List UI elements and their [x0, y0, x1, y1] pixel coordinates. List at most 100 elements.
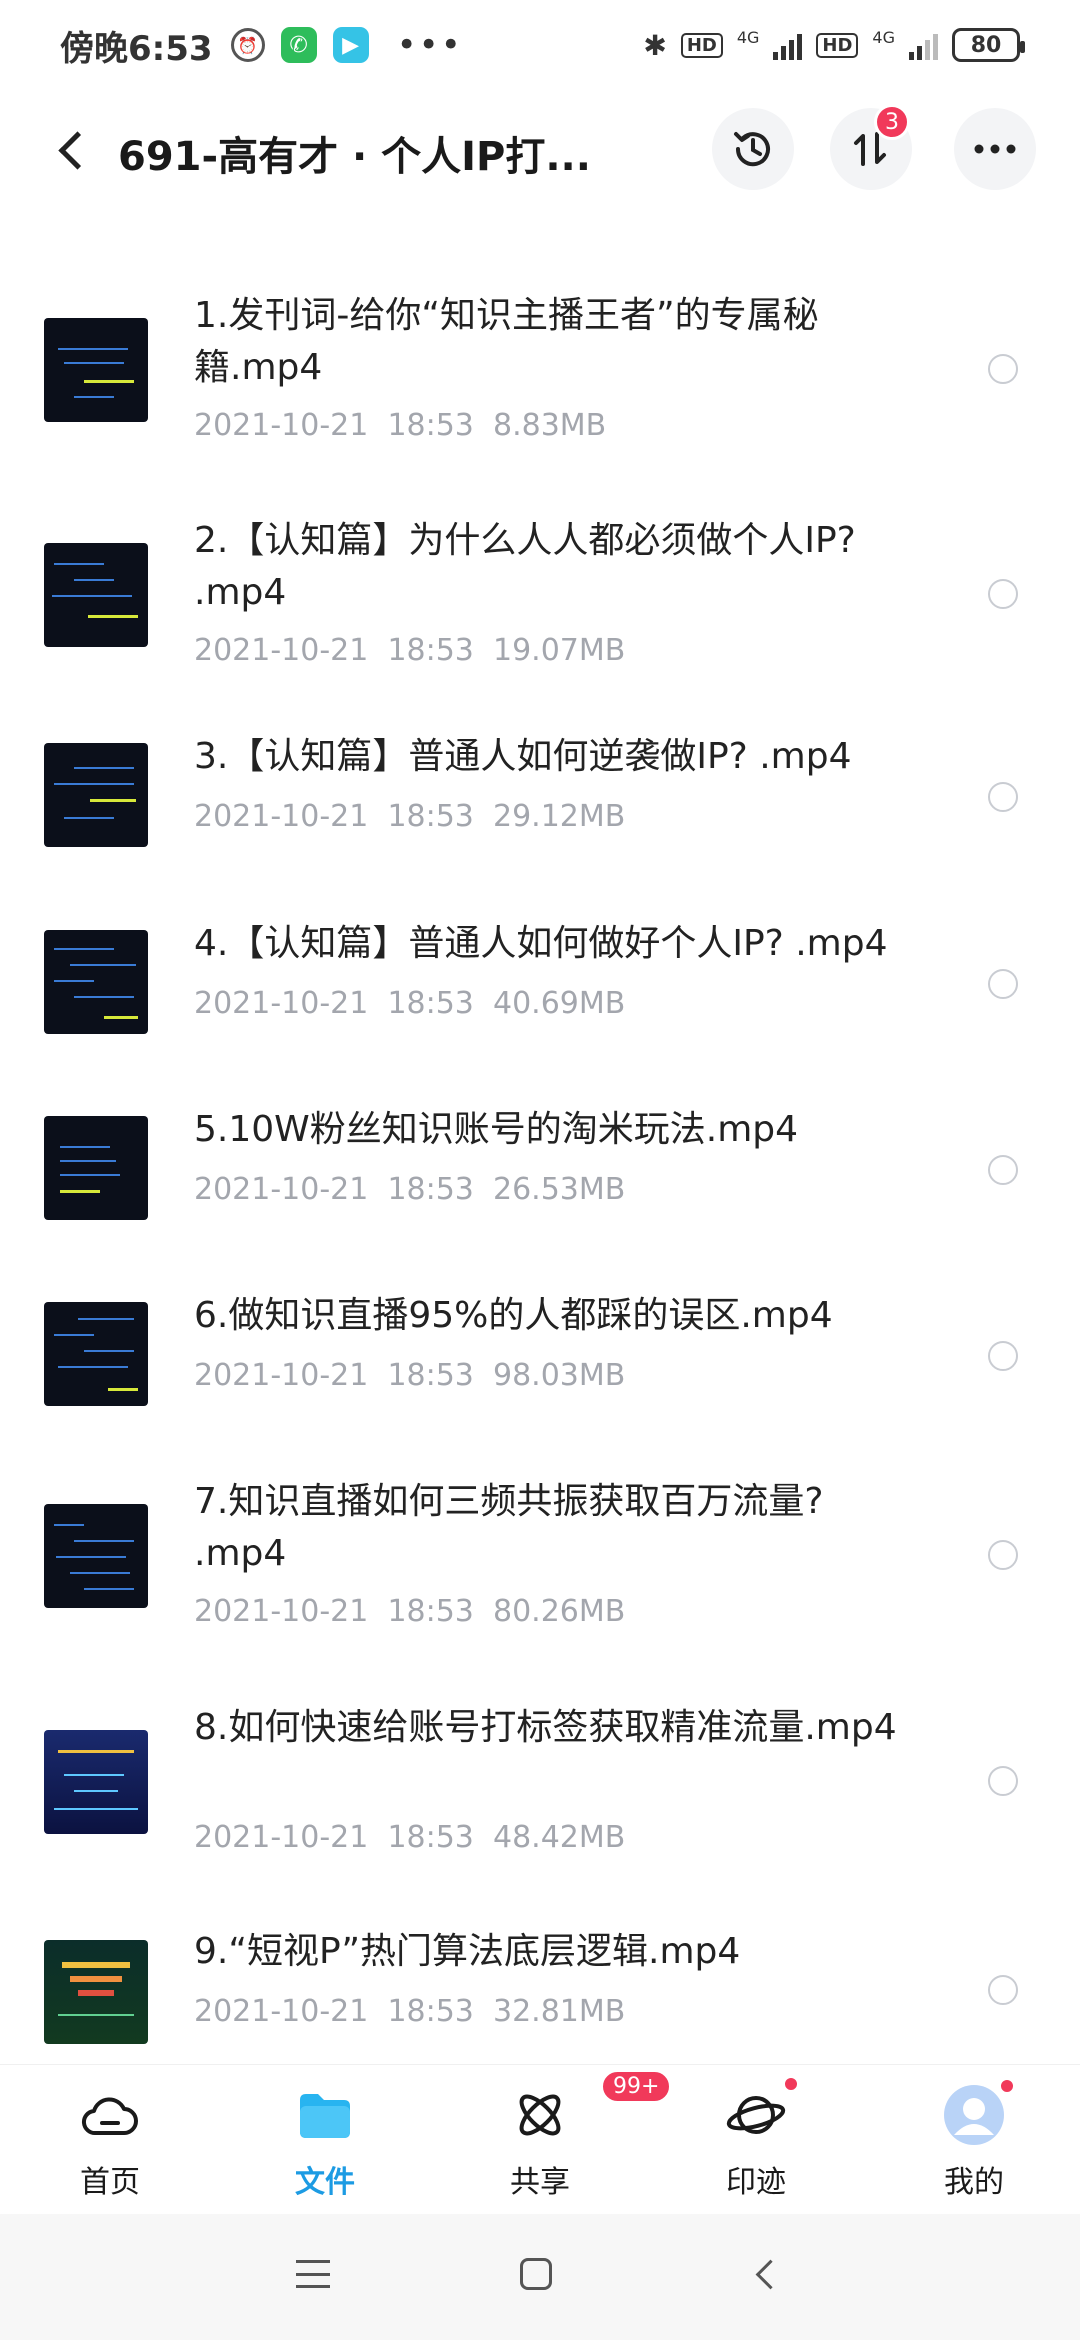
tab-home[interactable]: 首页 [40, 2083, 180, 2213]
list-item[interactable]: 3.【认知篇】普通人如何逆袭做IP? .mp4 2021-10-21 18:53… [0, 725, 1080, 865]
file-date: 2021-10-21 [194, 1820, 369, 1855]
status-time: 傍晚6:53 [60, 28, 213, 69]
file-meta: 2021-10-21 18:53 80.26MB [194, 1594, 625, 1629]
select-radio[interactable] [988, 1975, 1018, 2005]
select-radio[interactable] [988, 579, 1018, 609]
file-date: 2021-10-21 [194, 1594, 369, 1629]
tab-trace-label: 印迹 [726, 2165, 786, 2200]
file-name: 3.【认知篇】普通人如何逆袭做IP? .mp4 [194, 736, 852, 777]
file-name: 9.“短视P”热门算法底层逻辑.mp4 [194, 1931, 741, 1972]
phone-icon: ✆ [280, 27, 317, 63]
folder-icon [293, 2083, 357, 2147]
tab-trace[interactable]: 印迹 [686, 2075, 826, 2213]
file-time: 18:53 [387, 1358, 474, 1393]
signal-icon [773, 30, 803, 60]
alarm-icon: ⏰ [230, 28, 265, 62]
signal-icon [909, 30, 938, 60]
file-meta: 2021-10-21 18:53 40.69MB [194, 986, 625, 1021]
select-radio[interactable] [988, 969, 1018, 999]
file-meta: 2021-10-21 18:53 98.03MB [194, 1358, 625, 1393]
file-time: 18:53 [387, 633, 474, 668]
select-radio[interactable] [988, 1341, 1018, 1371]
back-icon[interactable] [44, 122, 100, 178]
transfer-badge: 3 [874, 104, 910, 140]
file-size: 48.42MB [492, 1820, 626, 1855]
list-item[interactable]: 2.【认知篇】为什么人人都必须做个人IP? .mp4 2021-10-21 18… [0, 505, 1080, 685]
hd-badge-2: HD [816, 32, 859, 58]
file-name: 7.知识直播如何三频共振获取百万流量? .mp4 [194, 1481, 824, 1574]
home-square-icon[interactable] [520, 2258, 552, 2290]
file-time: 18:53 [387, 1172, 474, 1207]
tab-me-label: 我的 [944, 2165, 1004, 2200]
file-meta: 2021-10-21 18:53 19.07MB [194, 633, 625, 668]
file-size: 26.53MB [492, 1172, 626, 1207]
select-radio[interactable] [988, 1155, 1018, 1185]
file-size: 8.83MB [492, 408, 607, 443]
bottom-nav: 首页 文件 99+ 共享 印迹 我的 [0, 2064, 1080, 2214]
video-thumbnail [44, 318, 148, 422]
file-meta: 2021-10-21 18:53 29.12MB [194, 799, 625, 834]
history-button[interactable] [712, 108, 794, 190]
menu-icon[interactable] [296, 2260, 330, 2288]
list-item[interactable]: 6.做知识直播95%的人都踩的误区.mp4 2021-10-21 18:53 9… [0, 1284, 1080, 1424]
bluetooth-icon: ✱ [643, 28, 667, 62]
file-time: 18:53 [387, 408, 474, 443]
file-date: 2021-10-21 [194, 1172, 369, 1207]
tab-me[interactable]: 我的 [904, 2077, 1044, 2213]
file-date: 2021-10-21 [194, 408, 369, 443]
file-date: 2021-10-21 [194, 633, 369, 668]
file-date: 2021-10-21 [194, 1994, 369, 2029]
file-name: 8.如何快速给账号打标签获取精准流量.mp4 [194, 1707, 897, 1748]
select-radio[interactable] [988, 1540, 1018, 1570]
video-thumbnail [44, 743, 148, 847]
file-name: 1.发刊词-给你“知识主播王者”的专属秘籍.mp4 [194, 295, 819, 388]
file-time: 18:53 [387, 1594, 474, 1629]
file-name: 2.【认知篇】为什么人人都必须做个人IP? .mp4 [194, 520, 856, 613]
list-item[interactable]: 7.知识直播如何三频共振获取百万流量? .mp4 2021-10-21 18:5… [0, 1466, 1080, 1646]
video-thumbnail [44, 1940, 148, 2044]
list-item[interactable]: 5.10W粉丝知识账号的淘米玩法.mp4 2021-10-21 18:53 26… [0, 1098, 1080, 1238]
tab-files[interactable]: 文件 [255, 2083, 395, 2213]
tab-share-label: 共享 [510, 2165, 570, 2200]
tab-files-label: 文件 [295, 2165, 355, 2200]
status-left-icons: ⏰ ✆ ▶ ••• [230, 25, 463, 65]
list-item[interactable]: 9.“短视P”热门算法底层逻辑.mp4 2021-10-21 18:53 32.… [0, 1916, 1080, 2056]
notification-dot [998, 2077, 1016, 2095]
share-atom-icon: 99+ [508, 2069, 673, 2147]
page-title: 691-高有才 · 个人IP打... [118, 134, 591, 180]
select-radio[interactable] [988, 782, 1018, 812]
list-item[interactable]: 4.【认知篇】普通人如何做好个人IP? .mp4 2021-10-21 18:5… [0, 912, 1080, 1052]
video-thumbnail [44, 1116, 148, 1220]
system-back-icon[interactable] [752, 2260, 780, 2288]
file-name: 5.10W粉丝知识账号的淘米玩法.mp4 [194, 1109, 799, 1150]
file-size: 80.26MB [492, 1594, 626, 1629]
notification-dot [782, 2075, 800, 2093]
list-item[interactable]: 1.发刊词-给你“知识主播王者”的专属秘籍.mp4 2021-10-21 18:… [0, 280, 1080, 460]
file-date: 2021-10-21 [194, 1358, 369, 1393]
file-time: 18:53 [387, 1820, 474, 1855]
system-nav-bar [0, 2214, 1080, 2340]
list-item[interactable]: 8.如何快速给账号打标签获取精准流量.mp4 2021-10-21 18:53 … [0, 1692, 1080, 1872]
history-icon [734, 132, 770, 167]
select-radio[interactable] [988, 354, 1018, 384]
cloud-icon [78, 2083, 142, 2147]
video-thumbnail [44, 543, 148, 647]
tab-share[interactable]: 99+ 共享 [470, 2069, 673, 2213]
network-type-1: 4G [736, 28, 760, 47]
more-button[interactable] [954, 108, 1036, 190]
file-name: 6.做知识直播95%的人都踩的误区.mp4 [194, 1295, 833, 1336]
hd-badge-1: HD [680, 32, 723, 58]
transfer-button[interactable]: 3 [830, 104, 912, 190]
file-name: 4.【认知篇】普通人如何做好个人IP? .mp4 [194, 923, 888, 964]
planet-icon [724, 2075, 800, 2147]
avatar-icon [942, 2077, 1016, 2147]
select-radio[interactable] [988, 1766, 1018, 1796]
file-time: 18:53 [387, 1994, 474, 2029]
share-badge: 99+ [600, 2069, 673, 2104]
battery-level: 80 [970, 32, 1002, 58]
header-bar: 691-高有才 · 个人IP打... 3 [0, 100, 1080, 200]
file-date: 2021-10-21 [194, 986, 369, 1021]
status-bar: 傍晚6:53 ⏰ ✆ ▶ ••• ✱ HD 4G HD 4G 80 [0, 0, 1080, 90]
file-meta: 2021-10-21 18:53 48.42MB [194, 1820, 625, 1855]
more-icon [974, 144, 1016, 154]
